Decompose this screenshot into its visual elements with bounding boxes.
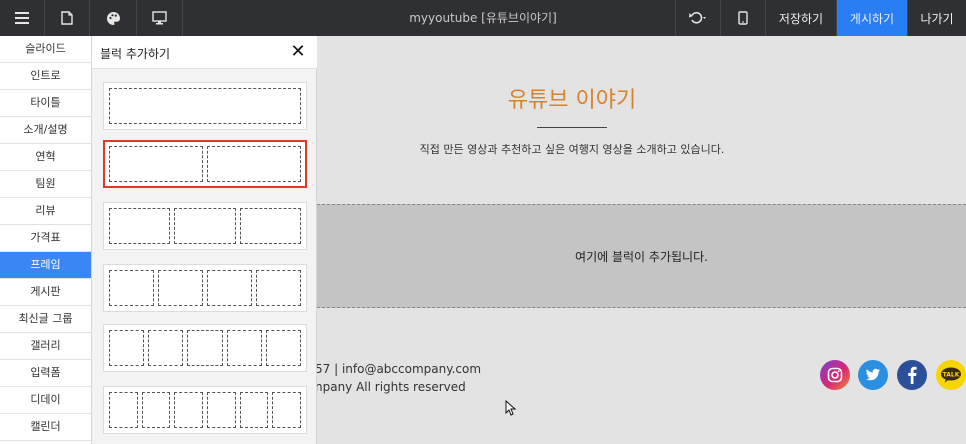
editor-app: myyoutube [유튜브이야기] 저장하기 게시하기 나가기 슬라이드 인트… <box>0 0 966 444</box>
layout-cell <box>207 392 236 428</box>
category-item-gallery[interactable]: 갤러리 <box>0 333 91 360</box>
page-heading[interactable]: 유튜브 이야기 <box>317 82 827 114</box>
layout-cell <box>207 270 252 306</box>
monitor-icon <box>152 11 167 25</box>
page-button[interactable] <box>45 0 90 36</box>
layout-option-6-columns[interactable] <box>103 386 307 434</box>
site-title: myyoutube [유튜브이야기] <box>409 11 557 25</box>
palette-icon <box>106 11 120 25</box>
page-description[interactable]: 직접 만든 영상과 추천하고 싶은 여행지 영상을 소개하고 있습니다. <box>317 141 827 157</box>
category-item-recent-posts[interactable]: 최신글 그룹 <box>0 306 91 333</box>
kakao-label: TALK <box>943 371 960 378</box>
layout-cell <box>187 330 223 366</box>
layout-cell <box>239 392 269 428</box>
layout-cell <box>207 146 301 182</box>
mobile-icon <box>738 11 748 25</box>
design-button[interactable] <box>90 0 137 36</box>
save-button[interactable]: 저장하기 <box>766 0 837 36</box>
footer-contact: 57 | info@abccompany.com <box>317 362 482 376</box>
category-item-frame[interactable]: 프레임 <box>0 252 91 279</box>
block-dropzone[interactable]: 여기에 블럭이 추가됩니다. <box>317 204 966 308</box>
page-canvas: 유튜브 이야기 직접 만든 영상과 추천하고 싶은 여행지 영상을 소개하고 있… <box>317 36 966 444</box>
kakaotalk-icon[interactable]: TALK <box>936 360 966 390</box>
layout-cell <box>174 392 204 428</box>
panel-title: 블럭 추가하기 <box>100 47 171 61</box>
twitter-icon[interactable] <box>858 360 888 390</box>
layout-cell <box>109 330 145 366</box>
publish-button[interactable]: 게시하기 <box>837 0 908 36</box>
layout-option-2-columns[interactable] <box>103 140 307 188</box>
layout-cell <box>272 392 302 428</box>
instagram-icon[interactable] <box>820 360 850 390</box>
preview-button[interactable] <box>137 0 183 36</box>
kakaotalk-bubble-glyph: TALK <box>941 367 961 383</box>
layout-cell <box>239 208 301 244</box>
layout-cell <box>109 88 301 124</box>
exit-button[interactable]: 나가기 <box>908 0 966 36</box>
category-item-history[interactable]: 연혁 <box>0 144 91 171</box>
layout-cell <box>109 270 154 306</box>
layout-cell <box>141 392 171 428</box>
dropzone-text: 여기에 블럭이 추가됩니다. <box>575 250 708 264</box>
close-icon[interactable]: ✕ <box>289 42 307 62</box>
layout-cell <box>158 270 203 306</box>
layout-cell <box>226 330 262 366</box>
category-item-slide[interactable]: 슬라이드 <box>0 36 91 63</box>
category-item-form[interactable]: 입력폼 <box>0 360 91 387</box>
publish-label: 게시하기 <box>849 11 895 26</box>
category-item-team[interactable]: 팀원 <box>0 171 91 198</box>
layout-cell <box>109 392 138 428</box>
twitter-bird-glyph <box>866 368 880 381</box>
undo-button[interactable] <box>675 0 721 36</box>
layout-option-5-columns[interactable] <box>103 324 307 372</box>
facebook-f-glyph <box>908 366 917 384</box>
panel-header: 블럭 추가하기 ✕ <box>92 36 317 69</box>
instagram-glyph <box>827 367 843 383</box>
layout-cell <box>148 330 184 366</box>
category-item-intro[interactable]: 인트로 <box>0 63 91 90</box>
layout-option-1-column[interactable] <box>103 82 307 130</box>
category-item-title[interactable]: 타이틀 <box>0 90 91 117</box>
layout-cell <box>265 330 302 366</box>
layout-cell <box>256 270 301 306</box>
category-item-calendar[interactable]: 캘린더 <box>0 414 91 441</box>
heading-divider <box>537 127 607 128</box>
facebook-icon[interactable] <box>897 360 927 390</box>
category-item-board[interactable]: 게시판 <box>0 279 91 306</box>
add-block-panel: 블럭 추가하기 ✕ <box>92 36 317 444</box>
mobile-view-button[interactable] <box>721 0 766 36</box>
layout-option-4-columns[interactable] <box>103 264 307 312</box>
category-item-pricing[interactable]: 가격표 <box>0 225 91 252</box>
footer-copyright: npany All rights reserved <box>317 380 466 394</box>
top-toolbar: myyoutube [유튜브이야기] 저장하기 게시하기 나가기 <box>0 0 966 36</box>
layout-cell <box>174 208 236 244</box>
undo-icon <box>689 11 706 24</box>
layout-cell <box>109 208 171 244</box>
layout-cell <box>109 146 203 182</box>
save-label: 저장하기 <box>778 11 824 26</box>
category-item-review[interactable]: 리뷰 <box>0 198 91 225</box>
layout-option-3-columns[interactable] <box>103 202 307 250</box>
category-item-dday[interactable]: 디데이 <box>0 387 91 414</box>
exit-label: 나가기 <box>920 11 954 26</box>
menu-button[interactable] <box>0 0 45 36</box>
mouse-cursor-icon <box>505 400 517 416</box>
category-item-about[interactable]: 소개/설명 <box>0 117 91 144</box>
hamburger-icon <box>15 12 29 24</box>
document-icon <box>61 11 73 25</box>
block-category-list: 슬라이드 인트로 타이틀 소개/설명 연혁 팀원 리뷰 가격표 프레임 게시판 … <box>0 36 92 444</box>
